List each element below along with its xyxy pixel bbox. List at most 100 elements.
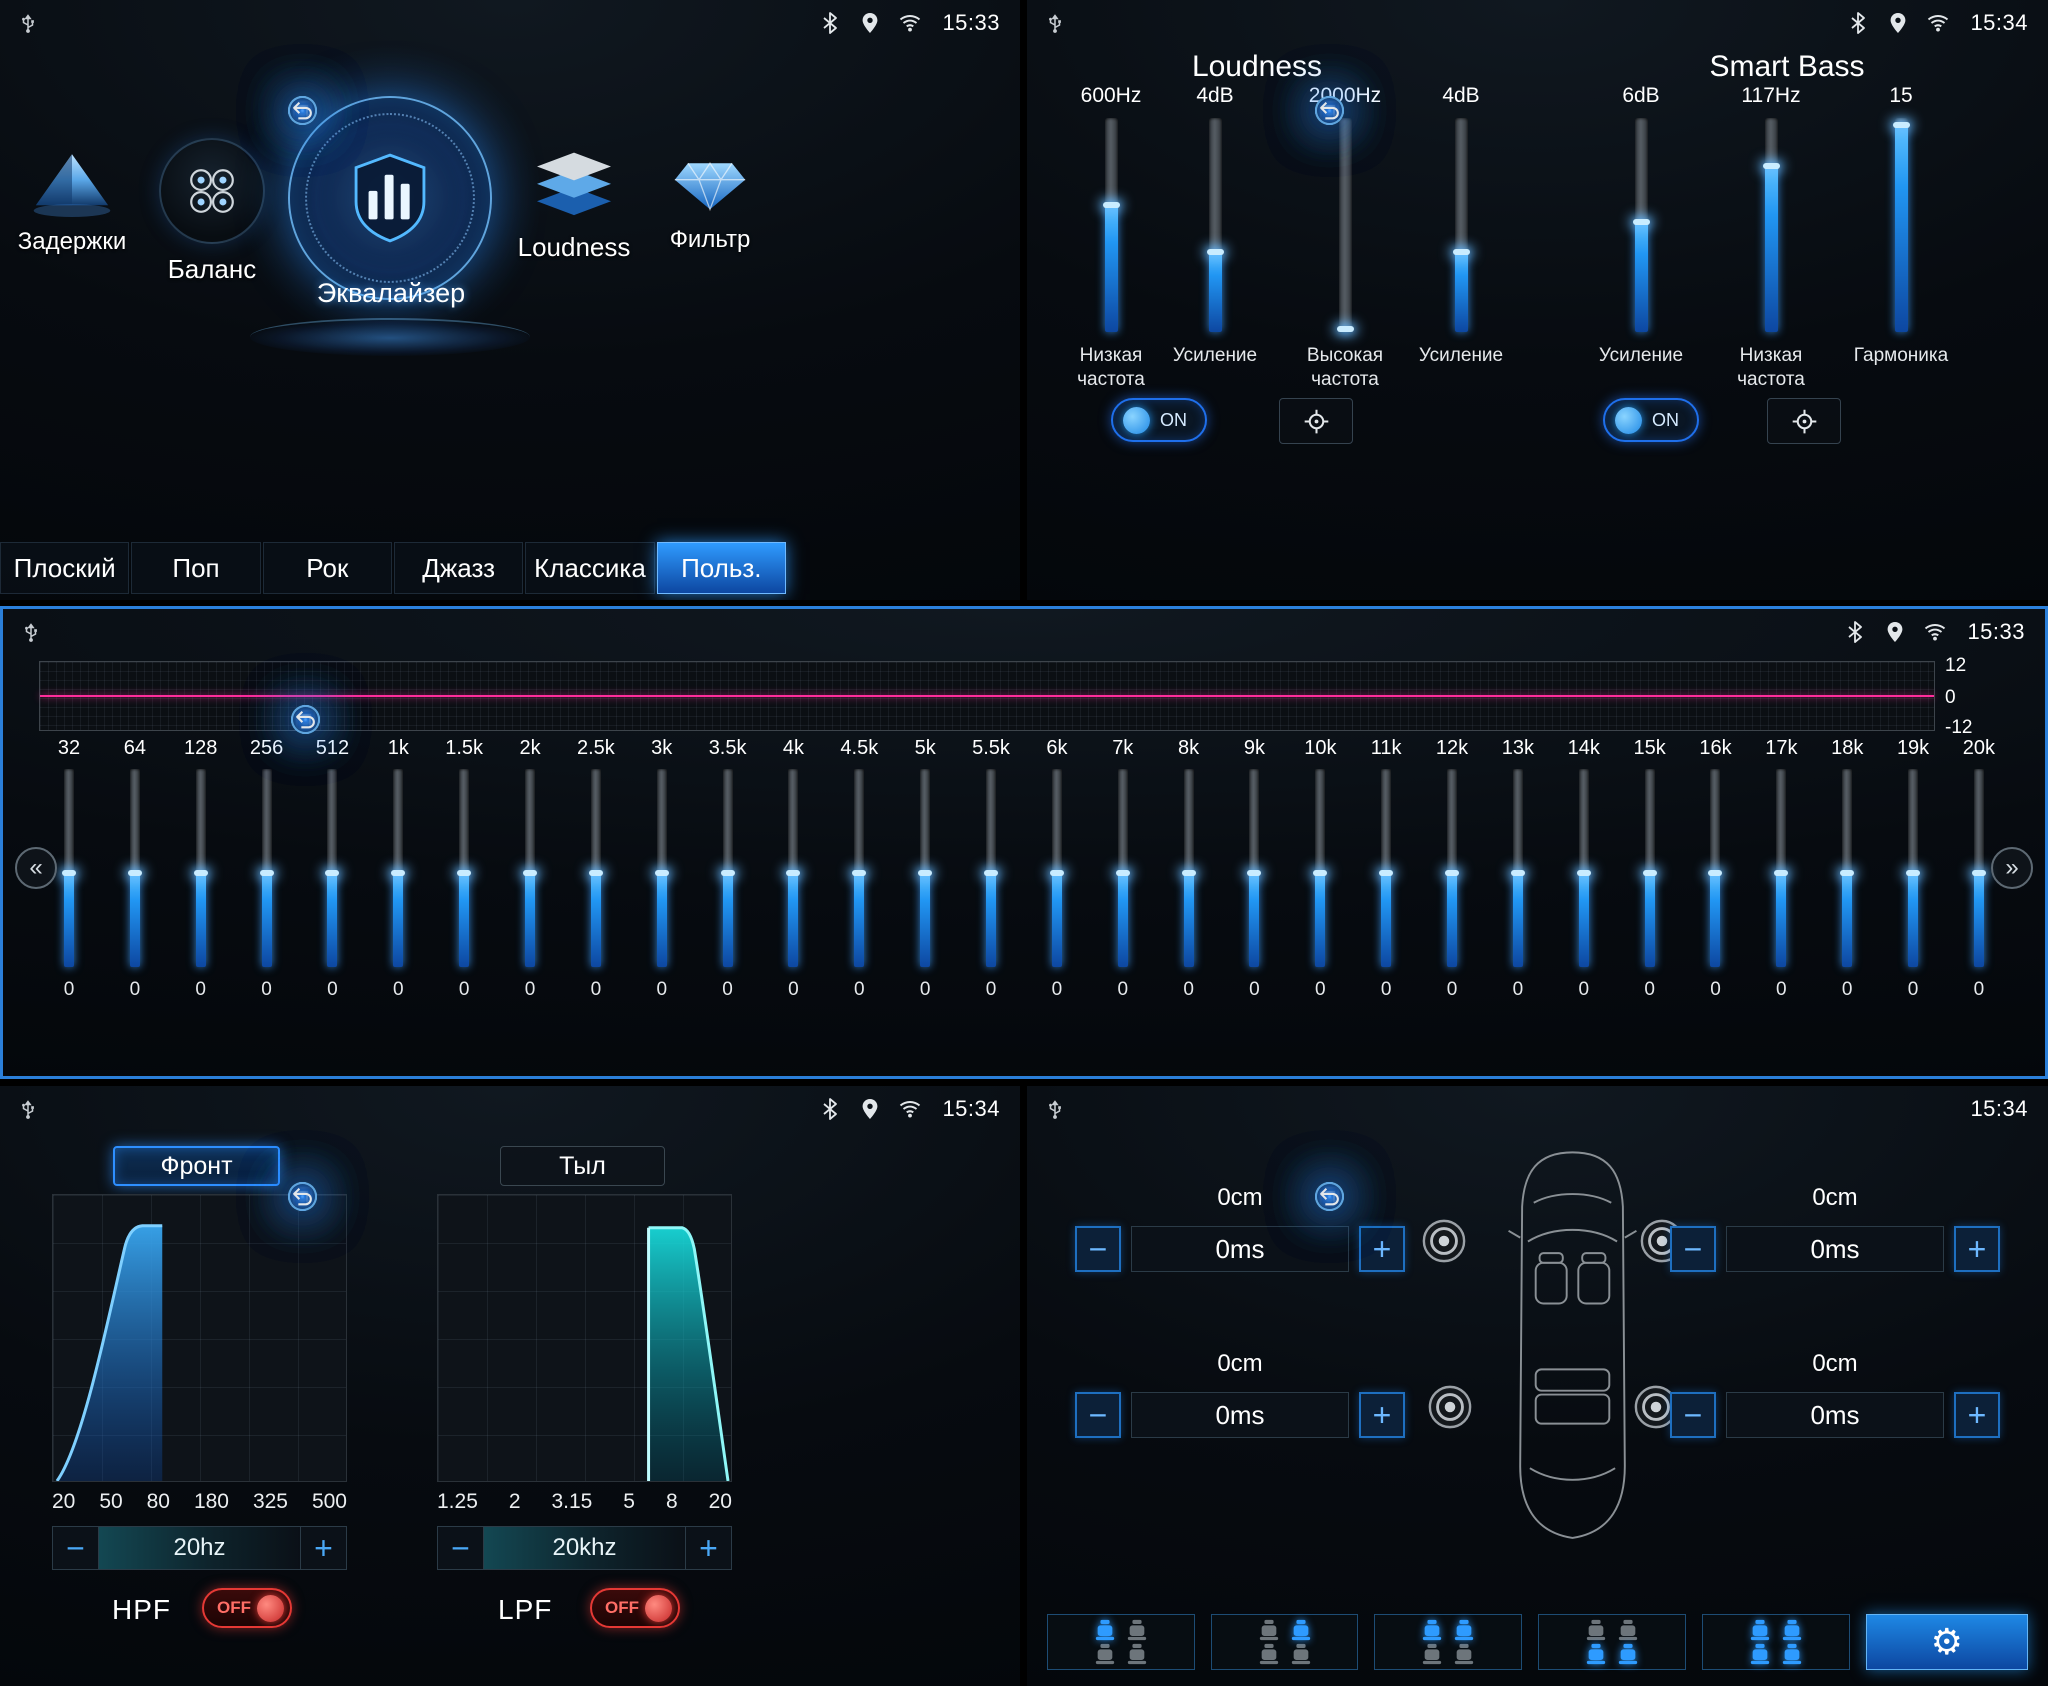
band-slider[interactable]: [1645, 769, 1655, 967]
lpf-minus-button[interactable]: −: [438, 1527, 484, 1569]
band-slider[interactable]: [986, 769, 996, 967]
band-slider[interactable]: [1842, 769, 1852, 967]
delay-minus-button[interactable]: −: [1670, 1392, 1716, 1438]
band-slider[interactable]: [1710, 769, 1720, 967]
band-slider[interactable]: [1315, 769, 1325, 967]
location-icon: [1883, 620, 1907, 644]
slider-track[interactable]: [1455, 118, 1468, 332]
slider-track[interactable]: [1895, 118, 1908, 332]
lpf-plus-button[interactable]: +: [685, 1527, 731, 1569]
delay-minus-button[interactable]: −: [1075, 1392, 1121, 1438]
seat-config-button[interactable]: [1702, 1614, 1850, 1670]
tab-front[interactable]: Фронт: [113, 1146, 280, 1186]
band-slider[interactable]: [327, 769, 337, 967]
delay-minus-button[interactable]: −: [1670, 1226, 1716, 1272]
delay-plus-button[interactable]: +: [1359, 1226, 1405, 1272]
menu-item-balance[interactable]: Баланс: [150, 138, 274, 285]
preset-button[interactable]: Польз.: [657, 542, 786, 594]
loudness-toggle[interactable]: ON: [1111, 398, 1207, 442]
slider-fill: [1209, 251, 1222, 332]
smart-bass-target-button[interactable]: [1767, 398, 1841, 444]
smart-bass-toggle[interactable]: ON: [1603, 398, 1699, 442]
band-value: 0: [393, 979, 404, 1001]
settings-button[interactable]: ⚙: [1866, 1614, 2029, 1670]
menu-item-equalizer[interactable]: [288, 96, 492, 300]
seat-rear-right-icon: [1453, 1643, 1475, 1665]
delay-plus-button[interactable]: +: [1359, 1392, 1405, 1438]
hpf-toggle[interactable]: OFF: [202, 1588, 292, 1628]
delay-minus-button[interactable]: −: [1075, 1226, 1121, 1272]
menu-item-delays[interactable]: Задержки: [16, 150, 128, 256]
band-value: 0: [195, 979, 206, 1001]
page-right-button[interactable]: »: [1991, 847, 2033, 889]
page-left-button[interactable]: «: [15, 847, 57, 889]
band-slider[interactable]: [1579, 769, 1589, 967]
band-slider[interactable]: [1249, 769, 1259, 967]
band-value: 0: [1249, 979, 1260, 1001]
delay-plus-button[interactable]: +: [1954, 1226, 2000, 1272]
band-slider[interactable]: [1776, 769, 1786, 967]
band-slider[interactable]: [591, 769, 601, 967]
preset-button[interactable]: Поп: [131, 542, 260, 594]
back-icon[interactable]: [1315, 96, 1344, 125]
band-frequency: 6k: [1046, 737, 1067, 763]
delay-value: 0ms: [1726, 1226, 1944, 1272]
band-value: 0: [1183, 979, 1194, 1001]
menu-item-filter[interactable]: Фильтр: [660, 150, 760, 254]
lpf-toggle[interactable]: OFF: [590, 1588, 680, 1628]
loudness-target-button[interactable]: [1279, 398, 1353, 444]
slider-track[interactable]: [1105, 118, 1118, 332]
bluetooth-icon: [1846, 11, 1870, 35]
tick-label: 2: [509, 1490, 521, 1514]
eq-band: 11k 0: [1364, 737, 1408, 1001]
preset-button[interactable]: Рок: [263, 542, 392, 594]
delay-plus-button[interactable]: +: [1954, 1392, 2000, 1438]
seat-rear-right-icon: [1126, 1643, 1148, 1665]
menu-item-label: Loudness: [518, 232, 631, 263]
band-slider[interactable]: [1052, 769, 1062, 967]
back-icon[interactable]: [291, 705, 320, 734]
slider-track[interactable]: [1339, 118, 1352, 332]
seat-config-button[interactable]: [1538, 1614, 1686, 1670]
back-icon[interactable]: [1315, 1182, 1344, 1211]
band-slider[interactable]: [854, 769, 864, 967]
band-slider[interactable]: [459, 769, 469, 967]
band-slider[interactable]: [64, 769, 74, 967]
band-slider[interactable]: [525, 769, 535, 967]
back-icon[interactable]: [288, 1182, 317, 1211]
menu-item-loudness[interactable]: Loudness: [516, 148, 632, 263]
seat-config-button[interactable]: [1374, 1614, 1522, 1670]
band-slider[interactable]: [1447, 769, 1457, 967]
toggle-knob-icon: [1123, 407, 1150, 434]
band-slider[interactable]: [130, 769, 140, 967]
band-slider[interactable]: [1184, 769, 1194, 967]
back-icon[interactable]: [288, 96, 317, 125]
band-slider[interactable]: [788, 769, 798, 967]
band-slider[interactable]: [393, 769, 403, 967]
preset-button[interactable]: Плоский: [0, 542, 129, 594]
band-slider[interactable]: [920, 769, 930, 967]
slider-track[interactable]: [1635, 118, 1648, 332]
band-slider[interactable]: [1381, 769, 1391, 967]
status-bar: 15:34: [1027, 0, 2048, 46]
band-fill: [1118, 872, 1128, 967]
band-slider[interactable]: [723, 769, 733, 967]
band-slider[interactable]: [657, 769, 667, 967]
slider-track[interactable]: [1765, 118, 1778, 332]
hpf-minus-button[interactable]: −: [53, 1527, 99, 1569]
band-slider[interactable]: [1908, 769, 1918, 967]
seat-config-button[interactable]: [1211, 1614, 1359, 1670]
seat-rear-left-icon: [1585, 1643, 1607, 1665]
tab-rear[interactable]: Тыл: [500, 1146, 665, 1186]
hpf-plus-button[interactable]: +: [300, 1527, 346, 1569]
band-slider[interactable]: [1118, 769, 1128, 967]
preset-button[interactable]: Джазз: [394, 542, 523, 594]
band-slider[interactable]: [262, 769, 272, 967]
band-slider[interactable]: [1974, 769, 1984, 967]
seat-config-button[interactable]: [1047, 1614, 1195, 1670]
slider-track[interactable]: [1209, 118, 1222, 332]
preset-button[interactable]: Классика: [525, 542, 654, 594]
band-slider[interactable]: [1513, 769, 1523, 967]
band-slider[interactable]: [196, 769, 206, 967]
tick-label: 80: [147, 1490, 170, 1514]
